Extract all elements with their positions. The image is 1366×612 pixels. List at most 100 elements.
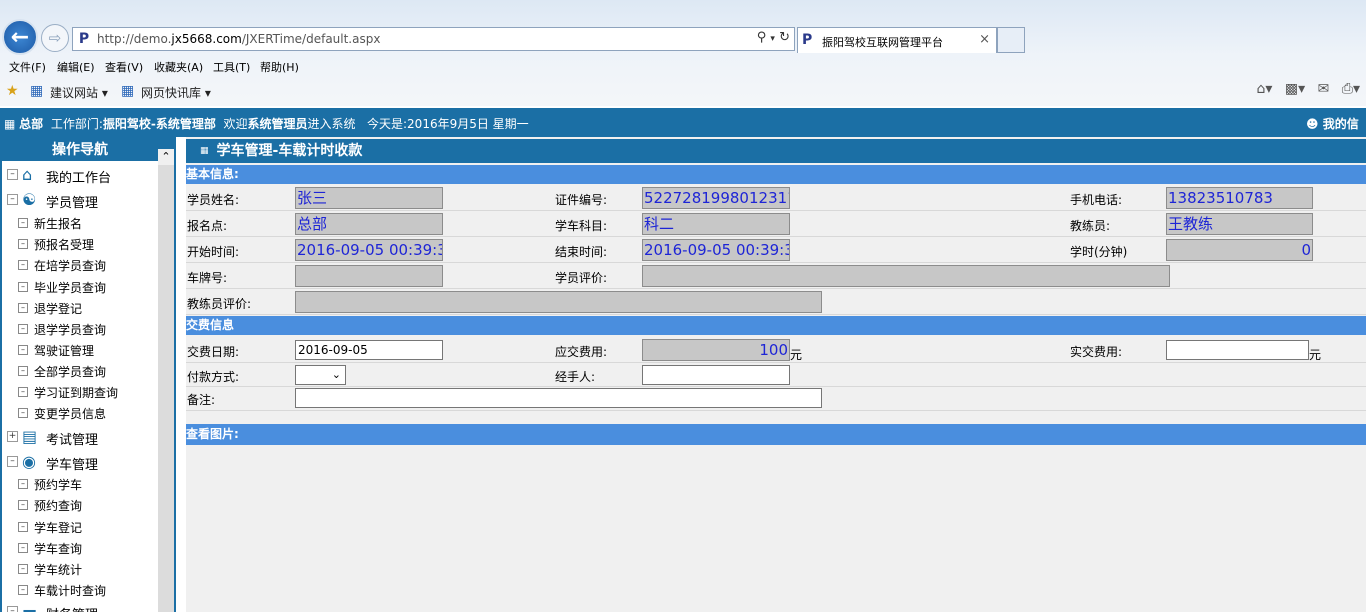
phone-label: 手机电话: xyxy=(1070,193,1123,207)
subject-field: 科二 xyxy=(642,213,790,235)
search-icon[interactable]: ⚲ xyxy=(757,30,767,45)
form-row: 车牌号: 学员评价: xyxy=(186,263,1366,289)
menu-help[interactable]: 帮助(H) xyxy=(260,59,299,75)
address-bar[interactable]: P http://demo.jx5668.com/JXERTime/defaul… xyxy=(72,27,795,51)
note-input[interactable] xyxy=(295,388,822,408)
plate-field xyxy=(295,265,443,287)
steering-wheel-icon: ◉ xyxy=(22,452,36,471)
favorites-bar: ★ ▦ 建议网站 ▾ ▦ 网页快讯库 ▾ xyxy=(0,80,1366,104)
my-info-link[interactable]: ☻ 我的信 xyxy=(1306,115,1359,132)
home-icon[interactable]: ⌂▾ xyxy=(1256,81,1272,97)
leaf-icon: – xyxy=(18,500,28,510)
sidebar-tree: – ⌂ 我的工作台 – ☯ 学员管理 – 新生报名 – 预报名受理 – 在培学员查询 … xyxy=(2,161,158,612)
menu-edit[interactable]: 编辑(E) xyxy=(57,59,95,75)
amount-paid-unit: 元 xyxy=(1309,348,1322,362)
app-header: ▦ 总部 工作部门:振阳驾校-系统管理部 欢迎系统管理员进入系统 今天是:201… xyxy=(0,108,1366,137)
leaf-icon: – xyxy=(18,408,28,418)
collapse-icon[interactable]: – xyxy=(7,606,18,612)
pay-date-label: 交费日期: xyxy=(187,345,240,359)
student-name-field: 张三 xyxy=(295,187,443,209)
address-url[interactable]: http://demo.jx5668.com/JXERTime/default.… xyxy=(97,32,380,46)
leaf-icon: – xyxy=(18,366,28,376)
nav-group-label: 财务管理 xyxy=(46,604,98,612)
nav-item-label: 退学登记 xyxy=(34,302,83,316)
nav-item-label: 学习证到期查询 xyxy=(34,386,119,400)
ie-page-icon: ▦ xyxy=(30,83,44,99)
minutes-label: 学时(分钟) xyxy=(1070,245,1128,259)
subject-label: 学车科目: xyxy=(555,219,608,233)
leaf-icon: – xyxy=(18,564,28,574)
leaf-icon: – xyxy=(18,522,28,532)
collapse-icon[interactable]: – xyxy=(7,194,18,205)
payment-method-select[interactable]: ⌄ xyxy=(295,365,346,385)
pay-date-input[interactable]: 2016-09-05 xyxy=(295,340,443,360)
fav-web-slice-gallery[interactable]: 网页快讯库 ▾ xyxy=(141,84,211,101)
clipboard-icon: ▤ xyxy=(22,427,38,446)
menu-file[interactable]: 文件(F) xyxy=(9,59,46,75)
browser-tab[interactable]: P 振阳驾校互联网管理平台 × xyxy=(797,27,997,53)
handler-label: 经手人: xyxy=(555,370,596,384)
leaf-icon: – xyxy=(18,585,28,595)
dropdown-arrow-icon[interactable]: ▾ xyxy=(770,34,775,44)
header-org: 总部 xyxy=(19,117,44,131)
welcome-suffix: 进入系统 xyxy=(307,117,356,131)
form-row: 教练员评价: xyxy=(186,289,1366,315)
plate-label: 车牌号: xyxy=(187,271,228,285)
fav-suggested-sites[interactable]: 建议网站 ▾ xyxy=(50,84,108,101)
back-button[interactable]: ← xyxy=(2,19,38,55)
header-date: 今天是:2016年9月5日 星期一 xyxy=(367,117,529,131)
expand-icon[interactable]: + xyxy=(7,431,18,442)
nav-group-label: 学员管理 xyxy=(46,196,99,211)
nav-item-label: 全部学员查询 xyxy=(34,365,107,379)
leaf-icon: – xyxy=(18,282,28,292)
amount-due-unit: 元 xyxy=(790,348,803,362)
collapse-icon[interactable]: – xyxy=(7,169,18,180)
leaf-icon: – xyxy=(18,239,28,249)
leaf-icon: – xyxy=(18,543,28,553)
nav-item-label: 在培学员查询 xyxy=(34,259,107,273)
end-time-label: 结束时间: xyxy=(555,245,608,259)
org-icon: ▦ xyxy=(4,117,16,131)
form-row: 付款方式: ⌄ 经手人: xyxy=(186,363,1366,387)
nav-item-label: 车载计时查询 xyxy=(34,584,107,598)
scroll-up-icon[interactable]: ⌃ xyxy=(158,149,174,165)
collapse-icon[interactable]: – xyxy=(7,456,18,467)
menu-favorites[interactable]: 收藏夹(A) xyxy=(154,59,203,75)
menu-view[interactable]: 查看(V) xyxy=(105,59,143,75)
close-tab-icon[interactable]: × xyxy=(979,32,990,47)
users-icon: ☯ xyxy=(22,190,37,209)
form-row: 开始时间: 2016-09-05 00:39:38 结束时间: 2016-09-… xyxy=(186,237,1366,263)
menu-tools[interactable]: 工具(T) xyxy=(213,59,250,75)
amount-paid-input[interactable] xyxy=(1166,340,1309,360)
address-tools: ⚲ ▾ ↻ xyxy=(757,30,790,45)
arrow-left-icon: ← xyxy=(10,24,30,50)
sidebar-scrollbar[interactable]: ⌃ xyxy=(158,149,174,612)
nav-item-label: 变更学员信息 xyxy=(34,407,107,421)
feeds-icon[interactable]: ▩▾ xyxy=(1285,81,1305,97)
main-content: ▦ 学车管理-车载计时收款 基本信息: 学员姓名: 张三 证件编号: 522728… xyxy=(186,137,1366,612)
favorites-star-icon[interactable]: ★ xyxy=(6,83,19,99)
ie-page-icon: ▦ xyxy=(121,83,135,99)
amount-paid-label: 实交费用: xyxy=(1070,345,1123,359)
forward-button[interactable]: ⇨ xyxy=(41,24,69,52)
print-icon[interactable]: ⎙▾ xyxy=(1342,81,1360,97)
home-icon: ⌂ xyxy=(22,165,33,184)
section-view-photos: 查看图片: xyxy=(186,424,1366,445)
menu-bar: 文件(F) 编辑(E) 查看(V) 收藏夹(A) 工具(T) 帮助(H) xyxy=(0,56,1366,76)
nav-item-label: 驾驶证管理 xyxy=(34,344,95,358)
mail-icon[interactable]: ✉ xyxy=(1318,81,1330,97)
leaf-icon: – xyxy=(18,260,28,270)
leaf-icon: – xyxy=(18,387,28,397)
arrow-right-icon: ⇨ xyxy=(48,29,62,47)
chevron-down-icon: ⌄ xyxy=(331,368,341,381)
tab-favicon-icon: P xyxy=(802,32,813,48)
leaf-icon: – xyxy=(18,479,28,489)
coach-field: 王教练 xyxy=(1166,213,1313,235)
nav-item-label: 退学学员查询 xyxy=(34,323,107,337)
command-bar: ⌂▾ ▩▾ ✉ ⎙▾ xyxy=(1248,81,1360,97)
new-tab-button[interactable] xyxy=(997,27,1025,53)
handler-input[interactable] xyxy=(642,365,790,385)
refresh-icon[interactable]: ↻ xyxy=(779,30,790,45)
nav-item-label: 预约查询 xyxy=(34,499,83,513)
header-dept: 振阳驾校-系统管理部 xyxy=(102,117,216,131)
